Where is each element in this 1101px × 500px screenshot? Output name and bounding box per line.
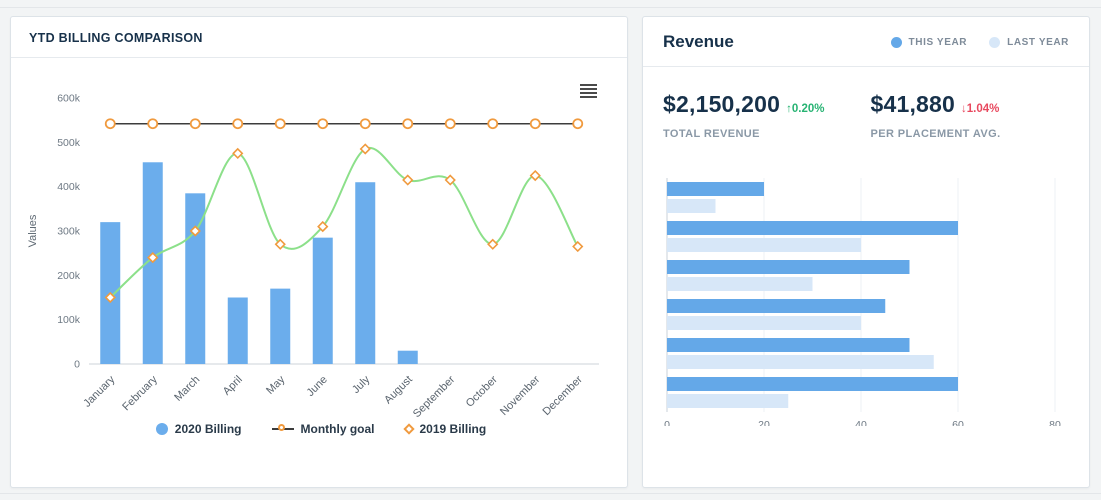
legend-item-monthly-goal[interactable]: Monthly goal — [271, 422, 375, 436]
legend-item-2019-billing[interactable]: 2019 Billing — [402, 422, 487, 436]
svg-text:80: 80 — [1049, 419, 1061, 426]
svg-text:September: September — [411, 373, 458, 420]
bar-series-marker-icon — [155, 423, 168, 435]
svg-text:October: October — [464, 373, 500, 409]
svg-text:600k: 600k — [57, 93, 81, 105]
revenue-card-header: Revenue THIS YEAR LAST YEAR — [643, 17, 1089, 67]
diamond-series-marker-icon — [402, 423, 415, 435]
svg-text:December: December — [541, 373, 586, 418]
total-revenue-row: $2,150,200 ↑0.20% — [663, 91, 824, 118]
line-monthly-goal[interactable] — [104, 118, 584, 130]
legend-label: 2019 Billing — [419, 422, 487, 436]
revenue-chart-area: 0 20 40 60 80 — [643, 148, 1089, 426]
revenue-card: Revenue THIS YEAR LAST YEAR $2,150,200 ↑… — [642, 16, 1090, 488]
per-placement-value: $41,880 — [870, 91, 956, 117]
ytd-billing-card: YTD BILLING COMPARISON 0 100k 200k 300k 400k… — [10, 16, 628, 488]
svg-text:May: May — [264, 373, 288, 397]
svg-text:July: July — [350, 373, 373, 396]
svg-text:August: August — [382, 374, 415, 407]
legend-label: THIS YEAR — [908, 36, 968, 48]
ytd-chart-svg: 0 100k 200k 300k 400k 500k 600k Values January Fe… — [27, 84, 599, 420]
svg-text:0: 0 — [74, 359, 80, 371]
y-axis-label: Values — [27, 214, 39, 247]
top-divider — [0, 7, 1101, 8]
line-2019-billing[interactable] — [104, 143, 584, 304]
svg-text:400k: 400k — [57, 181, 81, 193]
this-year-dot-icon — [890, 36, 902, 48]
total-revenue-stat: $2,150,200 ↑0.20% TOTAL REVENUE — [663, 91, 824, 140]
svg-text:June: June — [305, 374, 330, 399]
svg-text:March: March — [172, 374, 202, 404]
legend-item-last-year[interactable]: LAST YEAR — [989, 36, 1069, 48]
svg-text:500k: 500k — [57, 137, 81, 149]
legend-label: Monthly goal — [300, 422, 375, 436]
ytd-chart-area: 0 100k 200k 300k 400k 500k 600k Values January Fe… — [11, 58, 627, 436]
svg-text:20: 20 — [758, 419, 770, 426]
per-placement-stat: $41,880 ↓1.04% PER PLACEMENT AVG. — [870, 91, 1000, 140]
per-placement-delta: ↓1.04% — [961, 103, 1000, 115]
per-placement-row: $41,880 ↓1.04% — [870, 91, 1000, 118]
svg-text:60: 60 — [952, 419, 964, 426]
ytd-chart-legend: 2020 Billing Monthly goal 2019 Billing — [23, 422, 619, 436]
svg-text:February: February — [120, 373, 160, 413]
last-year-dot-icon — [989, 36, 1001, 48]
ytd-card-header: YTD BILLING COMPARISON — [11, 17, 627, 58]
svg-text:200k: 200k — [57, 270, 81, 282]
svg-text:100k: 100k — [57, 314, 81, 326]
total-revenue-delta: ↑0.20% — [786, 103, 825, 115]
per-placement-label: PER PLACEMENT AVG. — [870, 128, 1001, 140]
revenue-chart-svg: 0 20 40 60 80 — [664, 178, 1061, 426]
svg-text:40: 40 — [855, 419, 867, 426]
goal-series-marker-icon — [271, 423, 294, 436]
total-revenue-label: TOTAL REVENUE — [663, 128, 760, 140]
revenue-legend: THIS YEAR LAST YEAR — [890, 36, 1069, 48]
chart-menu-icon[interactable] — [580, 84, 597, 98]
revenue-stats: $2,150,200 ↑0.20% TOTAL REVENUE $41,880 … — [643, 67, 1089, 148]
svg-text:300k: 300k — [57, 226, 81, 238]
total-revenue-value: $2,150,200 — [663, 91, 781, 117]
ytd-card-title: YTD BILLING COMPARISON — [29, 31, 203, 45]
legend-item-2020-billing[interactable]: 2020 Billing — [155, 422, 242, 436]
legend-label: 2020 Billing — [174, 422, 242, 436]
revenue-card-title: Revenue — [663, 32, 734, 51]
legend-item-this-year[interactable]: THIS YEAR — [890, 36, 968, 48]
bottom-divider — [0, 493, 1101, 494]
legend-label: LAST YEAR — [1007, 36, 1069, 48]
svg-text:November: November — [498, 373, 543, 418]
svg-text:April: April — [221, 374, 245, 398]
svg-text:0: 0 — [664, 419, 670, 426]
svg-text:January: January — [81, 373, 118, 410]
